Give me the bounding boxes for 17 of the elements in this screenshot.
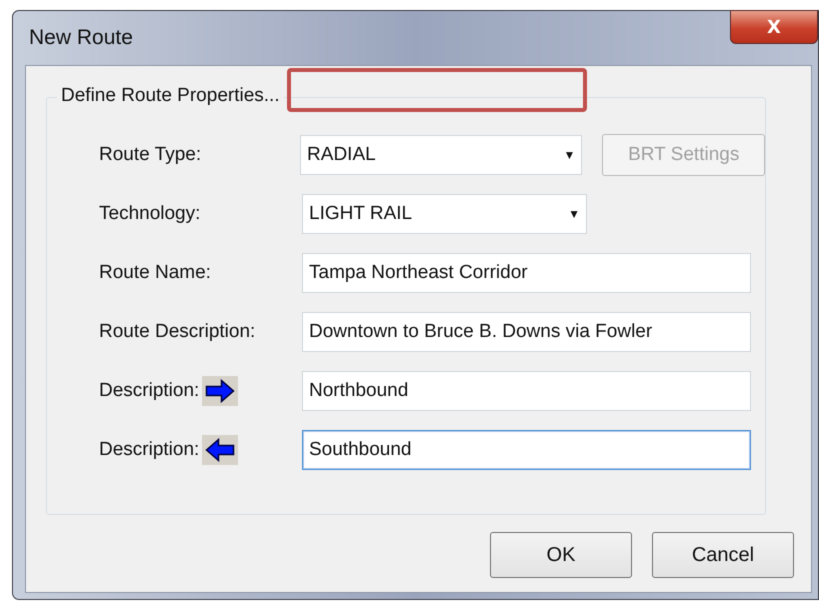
field-label: Technology: [99,203,200,225]
dialog-button[interactable]: Cancel [652,532,794,578]
field-label: Route Name: [99,262,211,284]
dialog-button[interactable]: OK [490,532,632,578]
text-field[interactable]: Northbound [302,371,751,411]
field-label: Route Description: [99,321,256,343]
field-label: Description: [99,439,200,461]
field-label: Description: [99,380,200,402]
dropdown[interactable]: LIGHT RAIL ▼ [302,194,587,234]
window-title: New Route [29,26,133,50]
field-label: Route Type: [99,144,202,166]
text-field[interactable]: Southbound [302,430,751,470]
text-field[interactable]: Downtown to Bruce B. Downs via Fowler [302,312,751,352]
group-title: Define Route Properties... [57,85,284,107]
dropdown[interactable]: RADIAL ▼ [300,135,582,175]
close-button[interactable]: X [730,10,818,44]
text-field[interactable]: Tampa Northeast Corridor [302,253,751,293]
